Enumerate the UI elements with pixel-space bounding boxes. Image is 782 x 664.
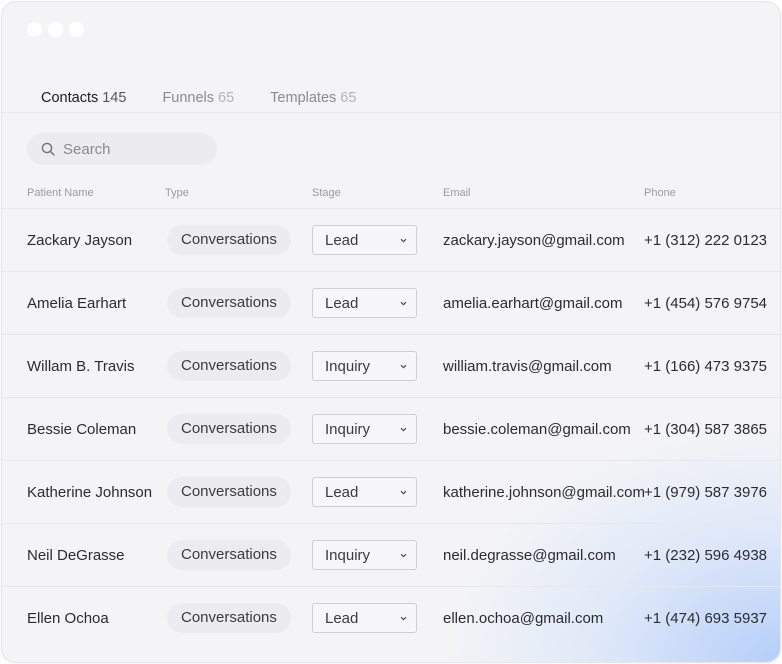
- type-badge: Conversations: [167, 603, 291, 633]
- tab-funnels[interactable]: Funnels 65: [148, 88, 248, 112]
- phone-cell: +1 (166) 473 9375: [644, 357, 768, 375]
- stage-value: Lead: [325, 609, 359, 627]
- stage-value: Lead: [325, 294, 359, 312]
- table-row[interactable]: Amelia Earhart Conversations Lead amelia.ea…: [2, 271, 780, 334]
- type-badge: Conversations: [167, 414, 291, 444]
- patient-name: Zackary Jayson: [27, 231, 133, 249]
- table-header: Patient Name Type Stage Email Phone: [2, 187, 780, 203]
- stage-dropdown[interactable]: Inquiry: [312, 351, 417, 381]
- table-row[interactable]: Katherine Johnson Conversations Lead kather…: [2, 460, 780, 523]
- phone-cell: +1 (312) 222 0123: [644, 231, 768, 249]
- email-cell: bessie.coleman@gmail.com: [443, 420, 631, 438]
- tab-label: Funnels: [162, 90, 215, 106]
- patient-name: Bessie Coleman: [27, 420, 137, 438]
- phone-cell: +1 (979) 587 3976: [644, 483, 768, 501]
- stage-dropdown[interactable]: Lead: [312, 603, 417, 633]
- stage-value: Lead: [325, 231, 359, 249]
- type-cell: Conversations: [167, 398, 291, 460]
- patient-name: Willam B. Travis: [27, 357, 135, 375]
- stage-dropdown[interactable]: Lead: [312, 477, 417, 507]
- tab-bar: Contacts 145 Funnels 65 Templates 65: [27, 88, 370, 113]
- type-cell: Conversations: [167, 587, 291, 649]
- chevron-down-icon: [400, 364, 407, 369]
- table-row[interactable]: Willam B. Travis Conversations Inquiry will…: [2, 334, 780, 397]
- stage-cell: Lead: [312, 272, 417, 334]
- type-cell: Conversations: [167, 272, 291, 334]
- email-cell: amelia.earhart@gmail.com: [443, 294, 623, 312]
- column-header-phone: Phone: [644, 187, 676, 199]
- stage-dropdown[interactable]: Inquiry: [312, 414, 417, 444]
- type-badge: Conversations: [167, 540, 291, 570]
- type-badge: Conversations: [167, 477, 291, 507]
- phone-cell: +1 (474) 693 5937: [644, 609, 768, 627]
- patient-name: Neil DeGrasse: [27, 546, 125, 564]
- email-cell: william.travis@gmail.com: [443, 357, 612, 375]
- stage-dropdown[interactable]: Inquiry: [312, 540, 417, 570]
- tab-label: Templates: [270, 90, 337, 106]
- stage-value: Inquiry: [325, 546, 371, 564]
- stage-cell: Lead: [312, 587, 417, 649]
- stage-cell: Lead: [312, 461, 417, 523]
- patient-name: Amelia Earhart: [27, 294, 127, 312]
- search-box[interactable]: [27, 133, 217, 165]
- table-row[interactable]: Zackary Jayson Conversations Lead zackary.j…: [2, 208, 780, 271]
- stage-dropdown[interactable]: Lead: [312, 288, 417, 318]
- table-row[interactable]: Ellen Ochoa Conversations Lead ellen.ochoa@…: [2, 586, 780, 649]
- type-badge: Conversations: [167, 351, 291, 381]
- tab-count: 145: [102, 90, 127, 106]
- minimize-window-button[interactable]: [48, 22, 63, 37]
- chevron-down-icon: [400, 490, 407, 495]
- stage-dropdown[interactable]: Lead: [312, 225, 417, 255]
- chevron-down-icon: [400, 238, 407, 243]
- chevron-down-icon: [400, 616, 407, 621]
- tab-label: Contacts: [41, 90, 99, 106]
- email-cell: zackary.jayson@gmail.com: [443, 231, 625, 249]
- tab-count: 65: [218, 90, 235, 106]
- stage-value: Inquiry: [325, 357, 371, 375]
- stage-cell: Inquiry: [312, 524, 417, 586]
- type-cell: Conversations: [167, 524, 291, 586]
- table-row[interactable]: Neil DeGrasse Conversations Inquiry neil.de…: [2, 523, 780, 586]
- stage-cell: Inquiry: [312, 398, 417, 460]
- patient-name: Katherine Johnson: [27, 483, 153, 501]
- maximize-window-button[interactable]: [69, 22, 84, 37]
- chevron-down-icon: [400, 301, 407, 306]
- type-cell: Conversations: [167, 209, 291, 271]
- tabs-divider: [2, 112, 780, 113]
- phone-cell: +1 (232) 596 4938: [644, 546, 768, 564]
- column-header-email: Email: [443, 187, 471, 199]
- email-cell: ellen.ochoa@gmail.com: [443, 609, 604, 627]
- column-header-type: Type: [165, 187, 189, 199]
- phone-cell: +1 (304) 587 3865: [644, 420, 768, 438]
- chevron-down-icon: [400, 553, 407, 558]
- type-cell: Conversations: [167, 461, 291, 523]
- tab-templates[interactable]: Templates 65: [256, 88, 370, 112]
- email-cell: neil.degrasse@gmail.com: [443, 546, 616, 564]
- type-badge: Conversations: [167, 225, 291, 255]
- type-cell: Conversations: [167, 335, 291, 397]
- column-header-stage: Stage: [312, 187, 341, 199]
- tab-count: 65: [340, 90, 357, 106]
- tab-contacts[interactable]: Contacts 145: [27, 88, 141, 113]
- stage-value: Inquiry: [325, 420, 371, 438]
- stage-cell: Inquiry: [312, 335, 417, 397]
- stage-value: Lead: [325, 483, 359, 501]
- search-input[interactable]: [61, 139, 205, 159]
- type-badge: Conversations: [167, 288, 291, 318]
- window-controls: [27, 22, 84, 37]
- phone-cell: +1 (454) 576 9754: [644, 294, 768, 312]
- close-window-button[interactable]: [27, 22, 42, 37]
- search-icon: [41, 142, 55, 156]
- stage-cell: Lead: [312, 209, 417, 271]
- chevron-down-icon: [400, 427, 407, 432]
- app-window: Contacts145 Funnels65 Templates65 Patien…: [2, 2, 780, 662]
- email-cell: katherine.johnson@gmail.com: [443, 483, 645, 501]
- column-header-name: Patient Name: [27, 187, 94, 199]
- table-row[interactable]: Bessie Coleman Conversations Inquiry bessie…: [2, 397, 780, 460]
- patient-name: Ellen Ochoa: [27, 609, 109, 627]
